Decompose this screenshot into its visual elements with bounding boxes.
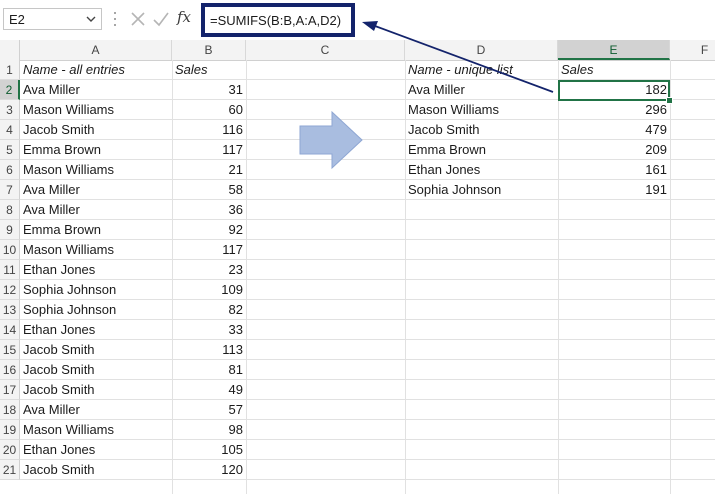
- unique-row-sales[interactable]: 296: [558, 100, 670, 120]
- row-header-21[interactable]: 21: [0, 460, 20, 480]
- row-header-15[interactable]: 15: [0, 340, 20, 360]
- close-icon[interactable]: [128, 9, 148, 29]
- table-row-sales[interactable]: 49: [172, 380, 246, 400]
- row-header-5[interactable]: 5: [0, 140, 20, 160]
- unique-row-name[interactable]: Sophia Johnson: [405, 180, 558, 200]
- table-row-sales[interactable]: 98: [172, 420, 246, 440]
- unique-row-name[interactable]: Mason Williams: [405, 100, 558, 120]
- row-header-12[interactable]: 12: [0, 280, 20, 300]
- cell-a1-header[interactable]: Name - all entries: [20, 60, 172, 80]
- table-row-sales[interactable]: 116: [172, 120, 246, 140]
- column-header-c[interactable]: C: [246, 40, 405, 60]
- row-header-14[interactable]: 14: [0, 320, 20, 340]
- table-row-name[interactable]: Sophia Johnson: [20, 280, 172, 300]
- table-row-name[interactable]: Jacob Smith: [20, 120, 172, 140]
- table-row-sales[interactable]: 117: [172, 140, 246, 160]
- row-header-13[interactable]: 13: [0, 300, 20, 320]
- table-row-name[interactable]: Ethan Jones: [20, 260, 172, 280]
- column-header-e[interactable]: E: [558, 40, 670, 60]
- cell-d1-header[interactable]: Name - unique list: [405, 60, 558, 80]
- cell-e1-header[interactable]: Sales: [558, 60, 670, 80]
- table-row-name[interactable]: Ava Miller: [20, 180, 172, 200]
- table-row-sales[interactable]: 81: [172, 360, 246, 380]
- table-row-sales[interactable]: 105: [172, 440, 246, 460]
- row-header-3[interactable]: 3: [0, 100, 20, 120]
- unique-row-name[interactable]: Ava Miller: [405, 80, 558, 100]
- column-headers: A B C D E F: [0, 40, 715, 61]
- row-header-7[interactable]: 7: [0, 180, 20, 200]
- table-row-name[interactable]: Ethan Jones: [20, 440, 172, 460]
- right-arrow-icon: [299, 110, 363, 170]
- row-header-1[interactable]: 1: [0, 60, 20, 80]
- name-box-value: E2: [9, 12, 25, 27]
- table-row-name[interactable]: Ava Miller: [20, 400, 172, 420]
- table-row-name[interactable]: Mason Williams: [20, 100, 172, 120]
- table-row-sales[interactable]: 57: [172, 400, 246, 420]
- row-header-19[interactable]: 19: [0, 420, 20, 440]
- row-header-18[interactable]: 18: [0, 400, 20, 420]
- more-icon: [113, 10, 117, 28]
- table-row-name[interactable]: Ethan Jones: [20, 320, 172, 340]
- table-row-name[interactable]: Mason Williams: [20, 240, 172, 260]
- table-row-sales[interactable]: 60: [172, 100, 246, 120]
- worksheet-grid[interactable]: Name - all entries Sales Name - unique l…: [20, 60, 715, 494]
- table-row-sales[interactable]: 36: [172, 200, 246, 220]
- row-header-9[interactable]: 9: [0, 220, 20, 240]
- unique-row-name[interactable]: Emma Brown: [405, 140, 558, 160]
- column-header-f[interactable]: F: [670, 40, 715, 60]
- row-header-17[interactable]: 17: [0, 380, 20, 400]
- table-row-sales[interactable]: 82: [172, 300, 246, 320]
- table-row-sales[interactable]: 117: [172, 240, 246, 260]
- table-row-sales[interactable]: 31: [172, 80, 246, 100]
- table-row-name[interactable]: Jacob Smith: [20, 340, 172, 360]
- table-row-name[interactable]: Sophia Johnson: [20, 300, 172, 320]
- insert-function-icon[interactable]: fx: [177, 8, 191, 26]
- row-header-4[interactable]: 4: [0, 120, 20, 140]
- formula-text: =SUMIFS(B:B,A:A,D2): [210, 13, 342, 28]
- row-header-8[interactable]: 8: [0, 200, 20, 220]
- unique-row-name[interactable]: Ethan Jones: [405, 160, 558, 180]
- table-row-name[interactable]: Ava Miller: [20, 80, 172, 100]
- table-row-name[interactable]: Mason Williams: [20, 160, 172, 180]
- column-header-b[interactable]: B: [172, 40, 246, 60]
- name-box[interactable]: E2: [3, 8, 102, 30]
- unique-row-sales[interactable]: 191: [558, 180, 670, 200]
- row-header-16[interactable]: 16: [0, 360, 20, 380]
- table-row-sales[interactable]: 109: [172, 280, 246, 300]
- table-row-name[interactable]: Jacob Smith: [20, 460, 172, 480]
- table-row-sales[interactable]: 21: [172, 160, 246, 180]
- table-row-sales[interactable]: 113: [172, 340, 246, 360]
- table-row-name[interactable]: Jacob Smith: [20, 360, 172, 380]
- row-header-10[interactable]: 10: [0, 240, 20, 260]
- unique-row-sales[interactable]: 161: [558, 160, 670, 180]
- unique-row-sales[interactable]: 479: [558, 120, 670, 140]
- row-header-2[interactable]: 2: [0, 80, 20, 100]
- column-header-a[interactable]: A: [20, 40, 172, 60]
- row-header-20[interactable]: 20: [0, 440, 20, 460]
- unique-row-name[interactable]: Jacob Smith: [405, 120, 558, 140]
- table-row-name[interactable]: Emma Brown: [20, 220, 172, 240]
- table-row-name[interactable]: Ava Miller: [20, 200, 172, 220]
- cell-b1-header[interactable]: Sales: [172, 60, 246, 80]
- row-header-6[interactable]: 6: [0, 160, 20, 180]
- table-row-sales[interactable]: 23: [172, 260, 246, 280]
- table-row-name[interactable]: Jacob Smith: [20, 380, 172, 400]
- active-cell-e2[interactable]: [558, 80, 670, 101]
- formula-input[interactable]: =SUMIFS(B:B,A:A,D2): [201, 3, 355, 37]
- chevron-down-icon[interactable]: [86, 16, 96, 23]
- check-icon[interactable]: [151, 9, 171, 29]
- select-all-corner[interactable]: [0, 40, 20, 60]
- row-header-11[interactable]: 11: [0, 260, 20, 280]
- table-row-name[interactable]: Mason Williams: [20, 420, 172, 440]
- table-row-name[interactable]: Emma Brown: [20, 140, 172, 160]
- column-header-d[interactable]: D: [405, 40, 558, 60]
- table-row-sales[interactable]: 92: [172, 220, 246, 240]
- fill-handle[interactable]: [666, 97, 673, 104]
- unique-row-sales[interactable]: 209: [558, 140, 670, 160]
- table-row-sales[interactable]: 33: [172, 320, 246, 340]
- formula-bar-area: E2 fx =SUMIFS(B:B,A:A,D2): [0, 0, 715, 41]
- table-row-sales[interactable]: 58: [172, 180, 246, 200]
- table-row-sales[interactable]: 120: [172, 460, 246, 480]
